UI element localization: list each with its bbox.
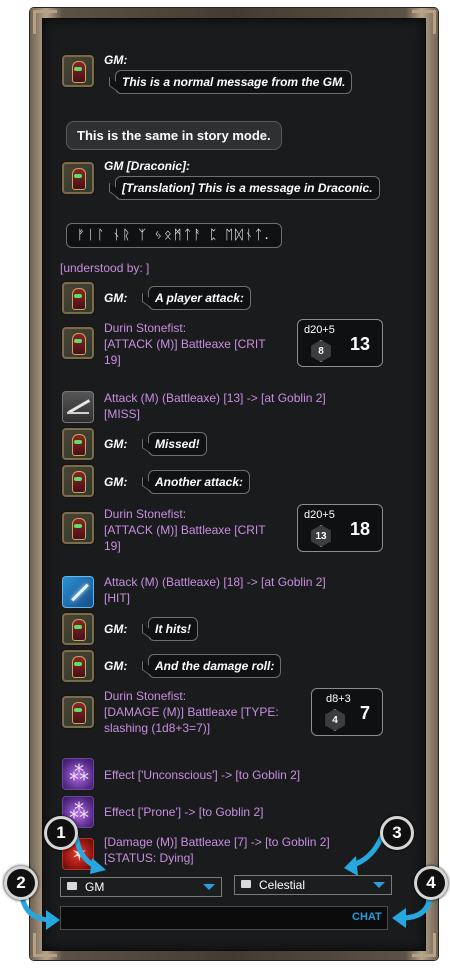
callout-badge-3: 3: [380, 816, 414, 850]
callout-badge-2: 2: [4, 866, 38, 900]
callout-badge-1: 1: [44, 816, 78, 850]
callout-arrowhead-1: [90, 858, 106, 874]
callout-arrowhead-2: [46, 910, 60, 930]
callout-badge-4: 4: [414, 866, 448, 900]
callout-arrowhead-3: [344, 856, 358, 876]
callout-arrowhead-4: [392, 908, 406, 928]
